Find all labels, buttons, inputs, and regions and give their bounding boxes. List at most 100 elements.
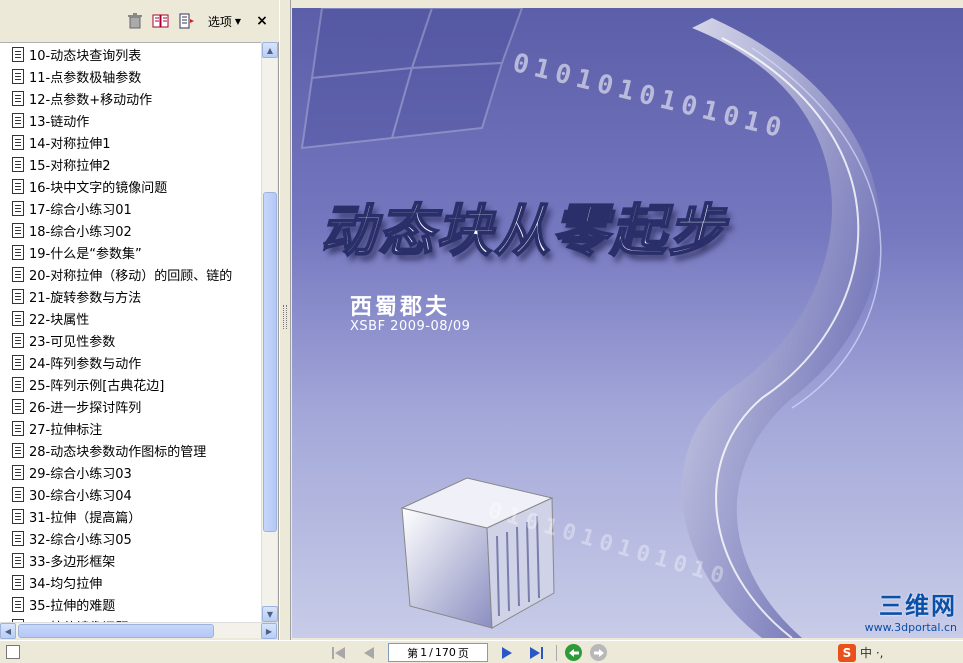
bookmark-list: 10-动态块查询列表 11-点参数极轴参数 12-点参数+移动动作 13-链动作 14-…: [0, 43, 261, 622]
first-page-button[interactable]: [328, 643, 350, 662]
bookmark-item[interactable]: 29-综合小练习03: [0, 461, 261, 483]
expand-bookmark-icon[interactable]: [178, 12, 196, 30]
bookmark-item[interactable]: 13-链动作: [0, 109, 261, 131]
go-forward-button[interactable]: [590, 644, 607, 661]
previous-page-button[interactable]: [358, 643, 380, 662]
cover-subtitle: XSBF 2009-08/09: [350, 319, 471, 334]
bookmark-item[interactable]: 32-综合小练习05: [0, 527, 261, 549]
pdf-reader-window: 选项 ▼ × 10-动态块查询列表 11-点参数极轴参数 12-点参数+移动动作 13…: [0, 0, 963, 663]
bookmark-item[interactable]: 11-点参数极轴参数: [0, 65, 261, 87]
bookmark-item[interactable]: 30-综合小练习04: [0, 483, 261, 505]
bookmark-label: 27-拉伸标注: [29, 422, 103, 438]
bookmark-item[interactable]: 23-可见性参数: [0, 329, 261, 351]
trash-icon[interactable]: [126, 12, 144, 30]
total-pages: 170: [434, 646, 456, 659]
bookmark-label: 31-拉伸（提高篇）: [29, 510, 142, 526]
cover-title: 动态块从零起步: [319, 198, 726, 265]
bookmark-item[interactable]: 10-动态块查询列表: [0, 43, 261, 65]
bookmark-item[interactable]: 19-什么是“参数集”: [0, 241, 261, 263]
forward-arrow-icon: [593, 648, 604, 657]
first-page-icon: [332, 646, 345, 659]
bookmark-item[interactable]: 34-均匀拉伸: [0, 571, 261, 593]
document-icon: [12, 90, 24, 106]
watermark-url: www.3dportal.cn: [864, 621, 957, 634]
options-menu-button[interactable]: 选项 ▼: [204, 13, 245, 30]
document-icon: [12, 442, 24, 458]
bookmark-item[interactable]: 12-点参数+移动动作: [0, 87, 261, 109]
bookmark-item[interactable]: 33-多边形框架: [0, 549, 261, 571]
bookmark-label: 10-动态块查询列表: [29, 48, 142, 64]
sogou-ime-icon[interactable]: S: [838, 643, 856, 662]
bookmark-item[interactable]: 15-对称拉伸2: [0, 153, 261, 175]
bookmark-item[interactable]: 35-拉伸的难题: [0, 593, 261, 615]
back-arrow-icon: [568, 648, 579, 657]
document-icon: [12, 68, 24, 84]
bookmarks-toolbar: 选项 ▼ ×: [0, 0, 279, 42]
bookmark-item[interactable]: 14-对称拉伸1: [0, 131, 261, 153]
chevron-down-icon: ▼: [234, 16, 241, 26]
bookmark-label: 24-阵列参数与动作: [29, 356, 142, 372]
bookmark-label: 25-阵列示例[古典花边]: [29, 378, 165, 394]
bookmark-item[interactable]: 27-拉伸标注: [0, 417, 261, 439]
options-label: 选项: [207, 14, 232, 29]
bookmark-item[interactable]: 16-块中文字的镜像问题: [0, 175, 261, 197]
document-icon: [12, 112, 24, 128]
previous-page-icon: [364, 646, 374, 659]
next-page-button[interactable]: [496, 643, 518, 662]
bookmark-item[interactable]: 22-块属性: [0, 307, 261, 329]
cover-author: 西蜀郡夫: [350, 295, 451, 320]
bookmark-item[interactable]: 26-进一步探讨阵列: [0, 395, 261, 417]
bookmark-item[interactable]: 25-阵列示例[古典花边]: [0, 373, 261, 395]
scroll-down-button[interactable]: ▼: [262, 606, 278, 622]
new-bookmark-icon[interactable]: [152, 12, 170, 30]
site-watermark: 三维网 www.3dportal.cn: [865, 586, 957, 634]
bookmark-label: 23-可见性参数: [29, 334, 116, 350]
bookmark-item[interactable]: 24-阵列参数与动作: [0, 351, 261, 373]
document-icon: [12, 486, 24, 502]
document-icon: [12, 310, 24, 326]
document-icon: [12, 178, 24, 194]
vertical-scroll-thumb[interactable]: [263, 192, 277, 532]
bookmark-item[interactable]: 21-旋转参数与方法: [0, 285, 261, 307]
document-icon: [12, 222, 24, 238]
bookmark-item[interactable]: 20-对称拉伸（移动）的回顾、链的: [0, 263, 261, 285]
bookmark-item[interactable]: 17-综合小练习01: [0, 197, 261, 219]
next-page-icon: [502, 646, 512, 659]
page-prefix: 第: [407, 646, 419, 660]
last-page-button[interactable]: [526, 643, 548, 662]
status-bar: 第 1 / 170 页 S 中 ·,: [0, 640, 963, 663]
bookmark-label: 12-点参数+移动动作: [29, 92, 153, 108]
bookmark-label: 35-拉伸的难题: [29, 598, 116, 614]
document-icon: [12, 46, 24, 62]
document-icon: [12, 244, 24, 260]
panel-toggle-icon[interactable]: [6, 645, 20, 659]
bookmark-item[interactable]: 28-动态块参数动作图标的管理: [0, 439, 261, 461]
bookmark-list-container: 10-动态块查询列表 11-点参数极轴参数 12-点参数+移动动作 13-链动作 14-…: [0, 42, 277, 622]
bookmark-label: 17-综合小练习01: [29, 202, 132, 218]
bookmark-item[interactable]: 36-拉伸镜像问题: [0, 615, 261, 622]
bookmark-horizontal-scrollbar[interactable]: ◀ ▶: [0, 622, 277, 639]
bookmark-label: 32-综合小练习05: [29, 532, 132, 548]
go-back-button[interactable]: [565, 644, 582, 661]
input-method-indicator[interactable]: S 中 ·,: [838, 643, 883, 662]
bookmark-item[interactable]: 31-拉伸（提高篇）: [0, 505, 261, 527]
panel-splitter[interactable]: [279, 0, 291, 640]
page-number-field[interactable]: 第 1 / 170 页: [388, 643, 488, 662]
last-page-icon: [530, 646, 543, 659]
bookmark-label: 29-综合小练习03: [29, 466, 132, 482]
document-icon: [12, 574, 24, 590]
horizontal-scroll-thumb[interactable]: [18, 624, 214, 638]
splitter-grip[interactable]: [283, 305, 287, 329]
document-icon: [12, 508, 24, 524]
document-viewer[interactable]: 0101010101010 0101010101010 动态块从零起步 西蜀郡夫…: [292, 8, 963, 638]
scroll-left-button[interactable]: ◀: [0, 623, 16, 639]
document-icon: [12, 332, 24, 348]
scroll-right-button[interactable]: ▶: [261, 623, 277, 639]
page-suffix: 页: [457, 646, 469, 660]
document-icon: [12, 288, 24, 304]
bookmark-item[interactable]: 18-综合小练习02: [0, 219, 261, 241]
page-navigation: 第 1 / 170 页: [328, 642, 607, 663]
bookmark-vertical-scrollbar[interactable]: ▲ ▼: [261, 42, 278, 622]
scroll-up-button[interactable]: ▲: [262, 42, 278, 58]
close-panel-button[interactable]: ×: [253, 13, 271, 29]
